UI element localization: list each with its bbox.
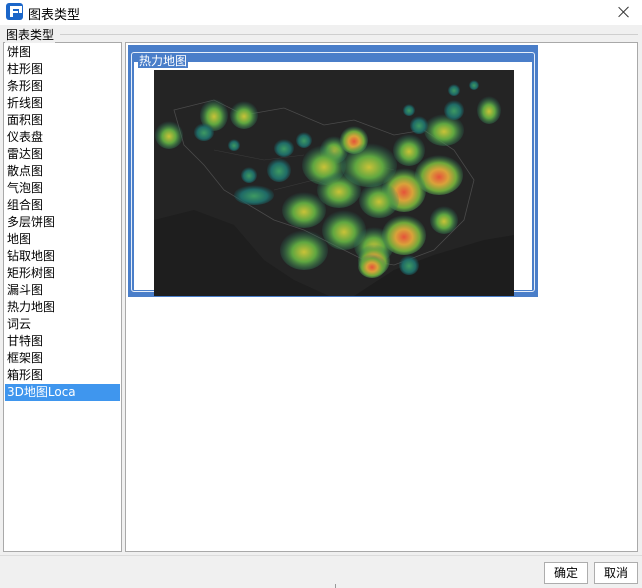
section-label: 图表类型 — [5, 26, 56, 43]
close-icon — [618, 6, 630, 18]
title-bar: 图表类型 — [0, 0, 642, 25]
heatmap-thumbnail-image — [154, 70, 514, 296]
chart-type-item[interactable]: 仪表盘 — [5, 129, 120, 146]
cancel-button[interactable]: 取消 — [594, 562, 638, 584]
chart-type-item[interactable]: 词云 — [5, 316, 120, 333]
chart-type-item[interactable]: 地图 — [5, 231, 120, 248]
chart-type-item[interactable]: 面积图 — [5, 112, 120, 129]
chart-type-list[interactable]: 饼图 柱形图 条形图 折线图 面积图 仪表盘 雷达图 散点图 气泡图 组合图 多层饼图 地图 钻取地图矩… — [3, 42, 122, 552]
preview-panel: 热力地图 — [125, 42, 638, 552]
chart-type-item[interactable]: 多层饼图 — [5, 214, 120, 231]
preview-card-frame: 热力地图 — [131, 52, 535, 296]
preview-card-heatmap[interactable]: 热力地图 — [128, 45, 538, 297]
app-logo-icon — [6, 3, 23, 20]
chart-type-item[interactable]: 柱形图 — [5, 61, 120, 78]
chart-type-item[interactable]: 漏斗图 — [5, 282, 120, 299]
preview-thumbnail-background — [134, 62, 532, 296]
chart-type-item[interactable]: 框架图 — [5, 350, 120, 367]
chart-type-item[interactable]: 饼图 — [5, 44, 120, 61]
chart-type-item[interactable]: 条形图 — [5, 78, 120, 95]
chart-type-item[interactable]: 甘特图 — [5, 333, 120, 350]
chart-type-item[interactable]: 钻取地图 — [5, 248, 120, 265]
chart-type-item[interactable]: 组合图 — [5, 197, 120, 214]
window-title: 图表类型 — [28, 8, 81, 23]
section-divider — [60, 34, 638, 35]
chart-type-dialog: 图表类型 图表类型 饼图 柱形图 条形图 折线图 面积图 仪表盘 雷达图 散点图 气泡图 组合图多… — [0, 0, 642, 588]
chart-type-item[interactable]: 散点图 — [5, 163, 120, 180]
chart-type-item[interactable]: 矩形树图 — [5, 265, 120, 282]
chart-type-item[interactable]: 折线图 — [5, 95, 120, 112]
chart-type-item[interactable]: 热力地图 — [5, 299, 120, 316]
chart-type-item[interactable]: 气泡图 — [5, 180, 120, 197]
status-bar-divider — [335, 584, 336, 588]
chart-type-item[interactable]: 3D地图Loca — [5, 384, 120, 401]
ok-button[interactable]: 确定 — [544, 562, 588, 584]
chart-type-item[interactable]: 雷达图 — [5, 146, 120, 163]
close-button[interactable] — [612, 1, 636, 23]
chart-type-item[interactable]: 箱形图 — [5, 367, 120, 384]
preview-card-title: 热力地图 — [138, 54, 189, 68]
